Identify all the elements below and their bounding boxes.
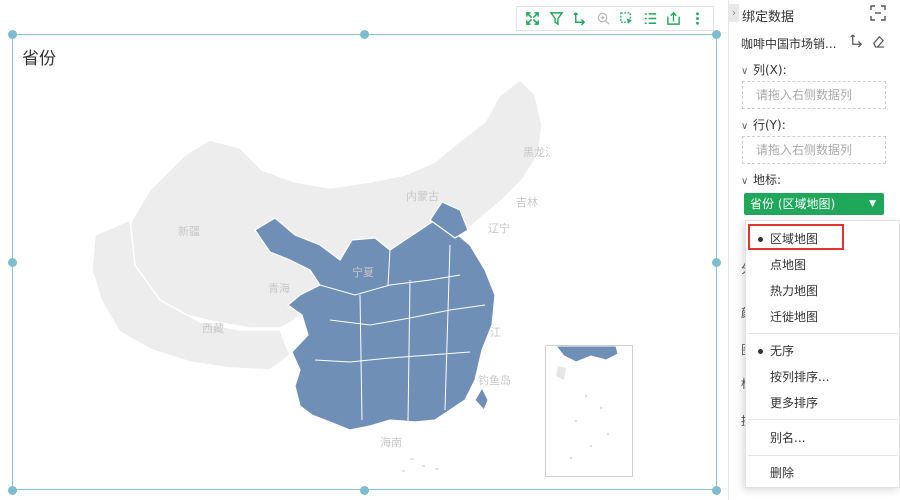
annotation-highlight-box [748, 224, 844, 250]
menu-divider [748, 333, 898, 334]
drill-icon[interactable] [571, 10, 589, 28]
map-label-diaoyu: 钓鱼岛 [478, 373, 511, 387]
columns-drop-zone[interactable]: 请拖入右侧数据列 [742, 81, 886, 109]
more-icon[interactable] [688, 10, 706, 28]
menu-item-sort-by-column[interactable]: 按列排序... [746, 365, 899, 389]
rows-section[interactable]: ∨ 行(Y): [741, 116, 786, 133]
menu-item-alias[interactable]: 别名... [746, 426, 899, 450]
selected-dot-icon [758, 349, 763, 354]
zoom-icon[interactable] [594, 10, 612, 28]
columns-section[interactable]: ∨ 列(X): [741, 61, 787, 78]
map-label-ningxia: 宁夏 [352, 265, 374, 279]
resize-handle-br[interactable] [712, 486, 721, 495]
chart-toolbar [516, 6, 714, 31]
geo-label: 地标: [753, 173, 782, 187]
menu-item-delete[interactable]: 删除 [746, 461, 899, 485]
menu-item-point-map[interactable]: 点地图 [746, 253, 899, 277]
resize-handle-bc[interactable] [360, 486, 369, 495]
map-label-xizang: 西藏 [202, 322, 224, 335]
menu-item-heat-map[interactable]: 热力地图 [746, 279, 899, 303]
geo-field-label: 省份 (区域地图) [750, 197, 836, 211]
resize-handle-bl[interactable] [8, 486, 17, 495]
resize-handle-tr[interactable] [712, 30, 721, 39]
rows-label: 行(Y): [753, 118, 786, 132]
menu-item-label: 点地图 [770, 258, 807, 272]
resize-handle-tc[interactable] [360, 30, 369, 39]
map-label-jilin: 吉林 [516, 195, 538, 209]
china-region-map[interactable]: 黑龙江 内蒙古 吉林 辽宁 新疆 青海 西藏 宁夏 江 钓鱼岛 海南 [90, 70, 550, 480]
expand-icon[interactable] [869, 4, 887, 22]
map-highlight-region [474, 386, 489, 411]
chevron-down-icon: ∨ [741, 176, 749, 187]
chart-canvas[interactable]: 省份 黑龙 内蒙古 吉林 辽宁 新疆 青海 西藏 宁夏 江 钓鱼岛 海南 [0, 0, 728, 500]
map-label-jiangsu: 江 [490, 326, 501, 339]
chevron-down-icon: ∨ [741, 121, 749, 132]
list-icon[interactable] [641, 10, 659, 28]
menu-divider [748, 419, 898, 420]
menu-divider [748, 455, 898, 456]
south-china-sea-inset [545, 345, 633, 477]
columns-label: 列(X): [753, 63, 787, 77]
map-label-hainan: 海南 [380, 435, 402, 449]
resize-handle-tl[interactable] [8, 30, 17, 39]
geo-section[interactable]: ∨ 地标: [741, 171, 781, 188]
menu-item-label: 无序 [770, 344, 795, 358]
select-icon[interactable] [618, 10, 636, 28]
map-label-neimenggu: 内蒙古 [406, 189, 439, 203]
app-root: 省份 黑龙 内蒙古 吉林 辽宁 新疆 青海 西藏 宁夏 江 钓鱼岛 海南 › 绑… [0, 0, 900, 500]
chart-title: 省份 [22, 49, 56, 69]
map-label-qinghai: 青海 [268, 281, 290, 295]
geo-field-pill[interactable]: 省份 (区域地图) ▼ [744, 193, 884, 215]
collapse-panel-button[interactable]: › [729, 4, 739, 22]
drill-icon[interactable] [849, 33, 864, 48]
export-icon[interactable] [665, 10, 683, 28]
menu-item-label: 按列排序... [770, 370, 830, 384]
menu-item-label: 别名... [770, 431, 806, 445]
map-islands [402, 458, 439, 472]
fullscreen-icon[interactable] [524, 10, 542, 28]
map-label-liaoning: 辽宁 [488, 221, 510, 235]
resize-handle-ml[interactable] [8, 258, 17, 267]
menu-item-label: 更多排序 [770, 396, 819, 410]
eraser-icon[interactable] [871, 33, 886, 48]
menu-item-label: 删除 [770, 466, 795, 480]
chevron-down-icon: ∨ [741, 66, 749, 77]
dataset-name[interactable]: 咖啡中国市场销... [741, 35, 841, 52]
menu-item-label: 迁徙地图 [770, 310, 819, 324]
menu-item-more-sort[interactable]: 更多排序 [746, 391, 899, 415]
rows-drop-zone[interactable]: 请拖入右侧数据列 [742, 136, 886, 164]
menu-item-no-sort[interactable]: 无序 [746, 339, 899, 363]
map-label-heilongjiang: 黑龙江 [523, 146, 550, 159]
geo-field-context-menu: 区域地图 点地图 热力地图 迁徙地图 无序 按列排序... 更多排序 别名...… [745, 220, 900, 488]
menu-item-migration-map[interactable]: 迁徙地图 [746, 305, 899, 329]
filter-icon[interactable] [547, 10, 565, 28]
map-label-xinjiang: 新疆 [178, 224, 200, 238]
panel-title: 绑定数据 [742, 10, 795, 25]
menu-item-label: 热力地图 [770, 284, 819, 298]
resize-handle-mr[interactable] [712, 258, 721, 267]
caret-down-icon[interactable]: ▼ [869, 193, 876, 215]
